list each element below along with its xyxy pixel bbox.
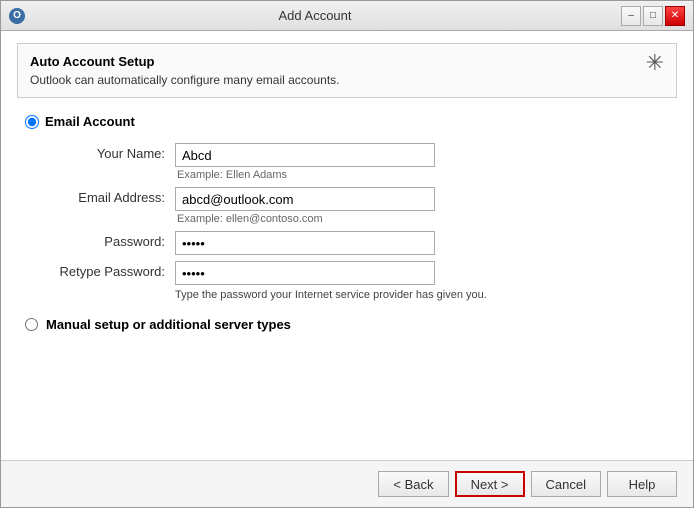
email-account-radio[interactable]: [25, 115, 39, 129]
password-field-group: [175, 231, 435, 255]
auto-setup-description: Outlook can automatically configure many…: [30, 73, 340, 87]
email-account-radio-group: Email Account: [25, 114, 669, 129]
email-address-row: Email Address: Example: ellen@contoso.co…: [45, 187, 669, 225]
cancel-button[interactable]: Cancel: [531, 471, 601, 497]
main-window: O Add Account – □ ✕ Auto Account Setup O…: [0, 0, 694, 508]
close-button[interactable]: ✕: [665, 6, 685, 26]
auto-setup-heading: Auto Account Setup: [30, 54, 340, 69]
dialog-footer: < Back Next > Cancel Help: [1, 460, 693, 507]
window-title: Add Account: [9, 8, 621, 23]
email-address-field-group: Example: ellen@contoso.com: [175, 187, 435, 225]
your-name-row: Your Name: Example: Ellen Adams: [45, 143, 669, 181]
email-address-input[interactable]: [175, 187, 435, 211]
password-input[interactable]: [175, 231, 435, 255]
back-button[interactable]: < Back: [378, 471, 448, 497]
auto-setup-text: Auto Account Setup Outlook can automatic…: [30, 54, 340, 87]
next-button[interactable]: Next >: [455, 471, 525, 497]
cursor-icon: ✳: [646, 50, 664, 76]
title-bar-controls: – □ ✕: [621, 6, 685, 26]
minimize-button[interactable]: –: [621, 6, 641, 26]
email-account-label: Email Account: [45, 114, 135, 129]
retype-password-input[interactable]: [175, 261, 435, 285]
maximize-button[interactable]: □: [643, 6, 663, 26]
help-button[interactable]: Help: [607, 471, 677, 497]
form-fields: Your Name: Example: Ellen Adams Email Ad…: [45, 143, 669, 301]
your-name-label: Your Name:: [45, 143, 175, 161]
auto-setup-section: Auto Account Setup Outlook can automatic…: [17, 43, 677, 98]
title-bar: O Add Account – □ ✕: [1, 1, 693, 31]
password-label: Password:: [45, 231, 175, 249]
password-hint: Type the password your Internet service …: [175, 289, 487, 301]
dialog-content: Auto Account Setup Outlook can automatic…: [1, 31, 693, 460]
retype-password-label: Retype Password:: [45, 261, 175, 279]
retype-password-row: Retype Password: Type the password your …: [45, 261, 669, 301]
your-name-field-group: Example: Ellen Adams: [175, 143, 435, 181]
password-row: Password:: [45, 231, 669, 255]
form-section: Email Account Your Name: Example: Ellen …: [17, 114, 677, 452]
your-name-input[interactable]: [175, 143, 435, 167]
email-address-label: Email Address:: [45, 187, 175, 205]
retype-password-field-group: Type the password your Internet service …: [175, 261, 487, 301]
email-address-example: Example: ellen@contoso.com: [177, 213, 435, 225]
manual-setup-radio[interactable]: [25, 318, 38, 331]
your-name-example: Example: Ellen Adams: [177, 169, 435, 181]
manual-setup-row: Manual setup or additional server types: [25, 317, 669, 332]
email-account-radio-label[interactable]: Email Account: [25, 114, 669, 129]
manual-setup-label: Manual setup or additional server types: [46, 317, 291, 332]
